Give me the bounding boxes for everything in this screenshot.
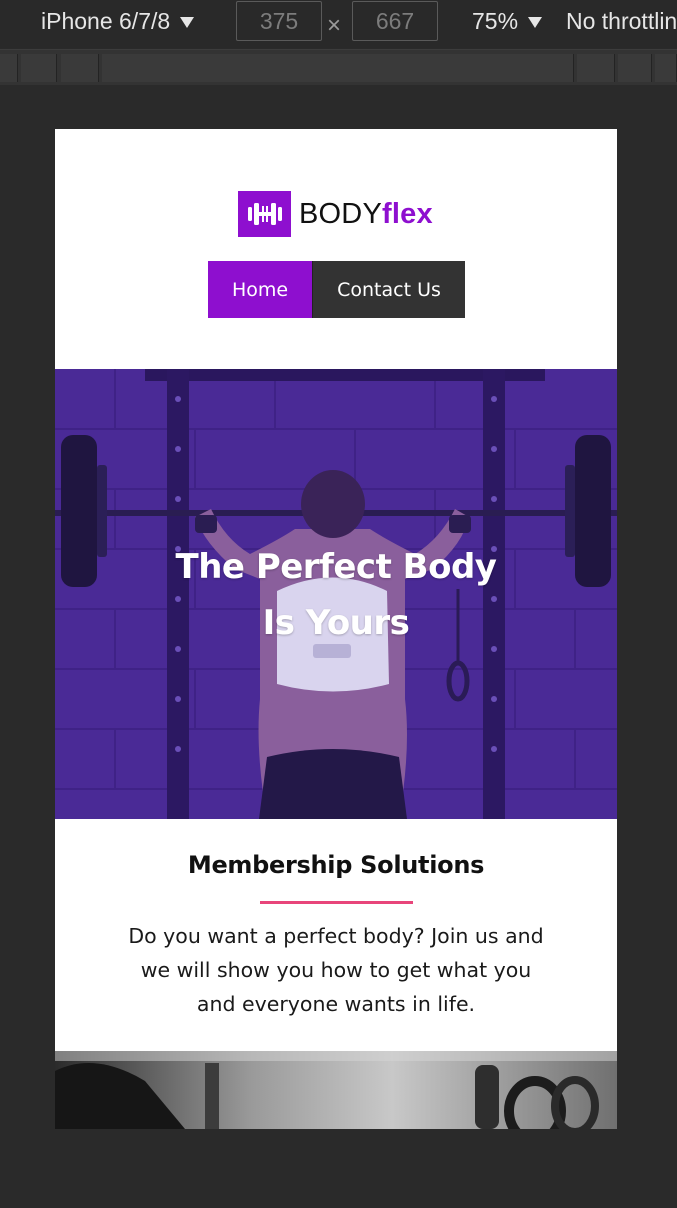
device-viewport: BODYflex Home Contact Us The Perfect Bod… [55,129,617,1129]
logo-word-flex: flex [382,197,433,230]
media-query-segment[interactable] [21,54,57,82]
throttling-selector[interactable]: No throttling [566,8,677,35]
media-query-segment[interactable] [618,54,652,82]
gym-equipment-image [55,1051,617,1129]
media-query-bar [0,49,677,85]
hero-title: The Perfect Body Is Yours [55,539,617,651]
device-selector[interactable]: iPhone 6/7/8 [41,8,195,35]
membership-section: Membership Solutions Do you want a perfe… [55,819,617,1051]
dumbbell-icon [238,191,291,237]
nav-contact-us[interactable]: Contact Us [312,261,465,318]
devtools-device-toolbar: iPhone 6/7/8 375 × 667 75% No throttling [0,0,677,48]
heading-underline [260,901,413,904]
media-query-segment[interactable] [655,54,677,82]
viewport-width-input[interactable]: 375 [236,1,322,41]
media-query-segment[interactable] [102,54,574,82]
viewport-height-input[interactable]: 667 [352,1,438,41]
dimension-times-icon: × [327,12,342,39]
hero-banner: The Perfect Body Is Yours [55,369,617,819]
gym-photo-partial [55,1051,617,1129]
membership-description: Do you want a perfect body? Join us and … [128,924,544,1016]
site-logo[interactable]: BODYflex [238,191,433,237]
membership-heading: Membership Solutions [187,851,485,879]
media-query-segment[interactable] [61,54,99,82]
logo-word-body: BODY [299,197,382,230]
logo-text: BODYflex [299,198,433,231]
device-name: iPhone 6/7/8 [41,8,171,34]
hero-title-line-2: Is Yours [262,603,410,643]
media-query-segment[interactable] [577,54,615,82]
main-nav: Home Contact Us [208,261,465,318]
zoom-value: 75% [472,8,519,34]
nav-home[interactable]: Home [208,261,312,318]
media-query-segment[interactable] [0,54,18,82]
chevron-down-icon [528,17,543,28]
site-header: BODYflex Home Contact Us [55,129,617,369]
hero-title-line-1: The Perfect Body [175,547,497,587]
zoom-selector[interactable]: 75% [472,8,543,35]
chevron-down-icon [180,17,195,28]
